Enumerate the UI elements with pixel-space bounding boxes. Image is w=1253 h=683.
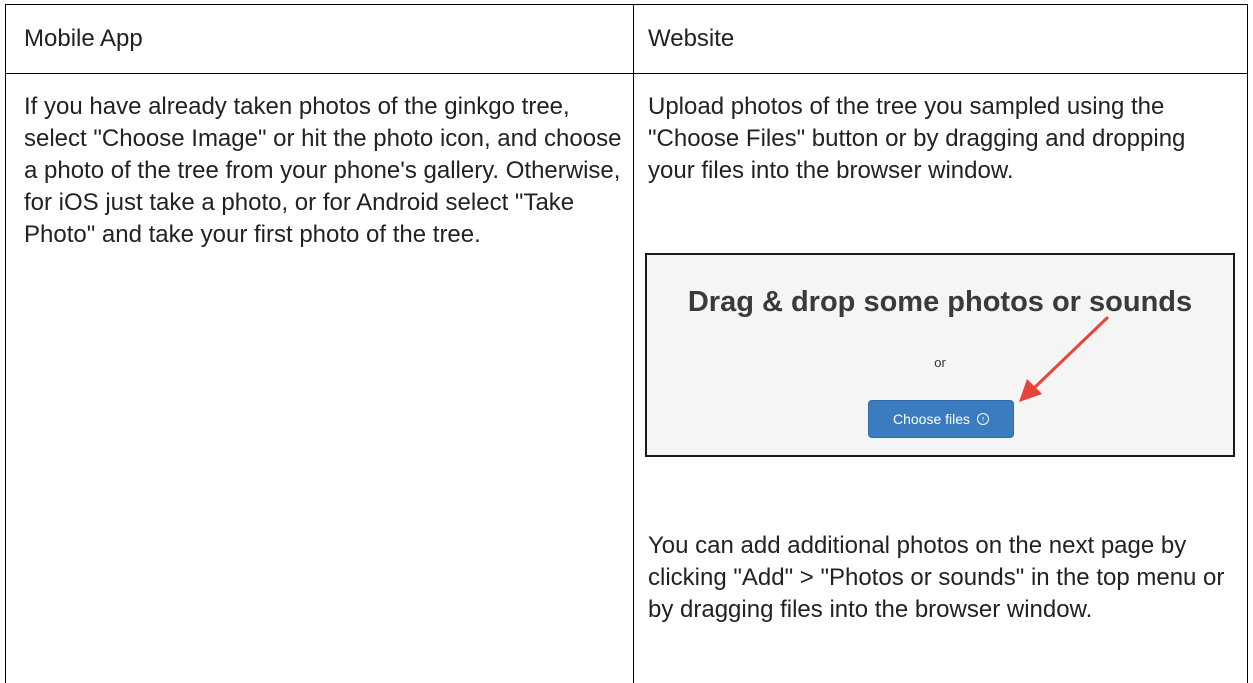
website-upload-instructions: Upload photos of the tree you sampled us… (648, 93, 1186, 184)
mobile-app-instructions: If you have already taken photos of the … (24, 93, 622, 248)
website-additional-photos-instructions: You can add additional photos on the nex… (648, 532, 1225, 623)
drop-zone-title: Drag & drop some photos or sounds (687, 286, 1193, 318)
column-divider (633, 5, 634, 683)
table-header-row: Mobile App Website (6, 5, 1247, 74)
choose-files-button[interactable]: Choose files ↑ (868, 400, 1014, 438)
header-website: Website (648, 25, 735, 52)
upload-circle-arrow-icon: ↑ (977, 413, 990, 425)
upload-screenshot-panel: Drag & drop some photos or sounds or Cho… (645, 253, 1235, 457)
header-mobile-app: Mobile App (24, 25, 143, 52)
choose-files-label: Choose files (892, 411, 971, 427)
drop-zone-or: or (934, 355, 946, 370)
